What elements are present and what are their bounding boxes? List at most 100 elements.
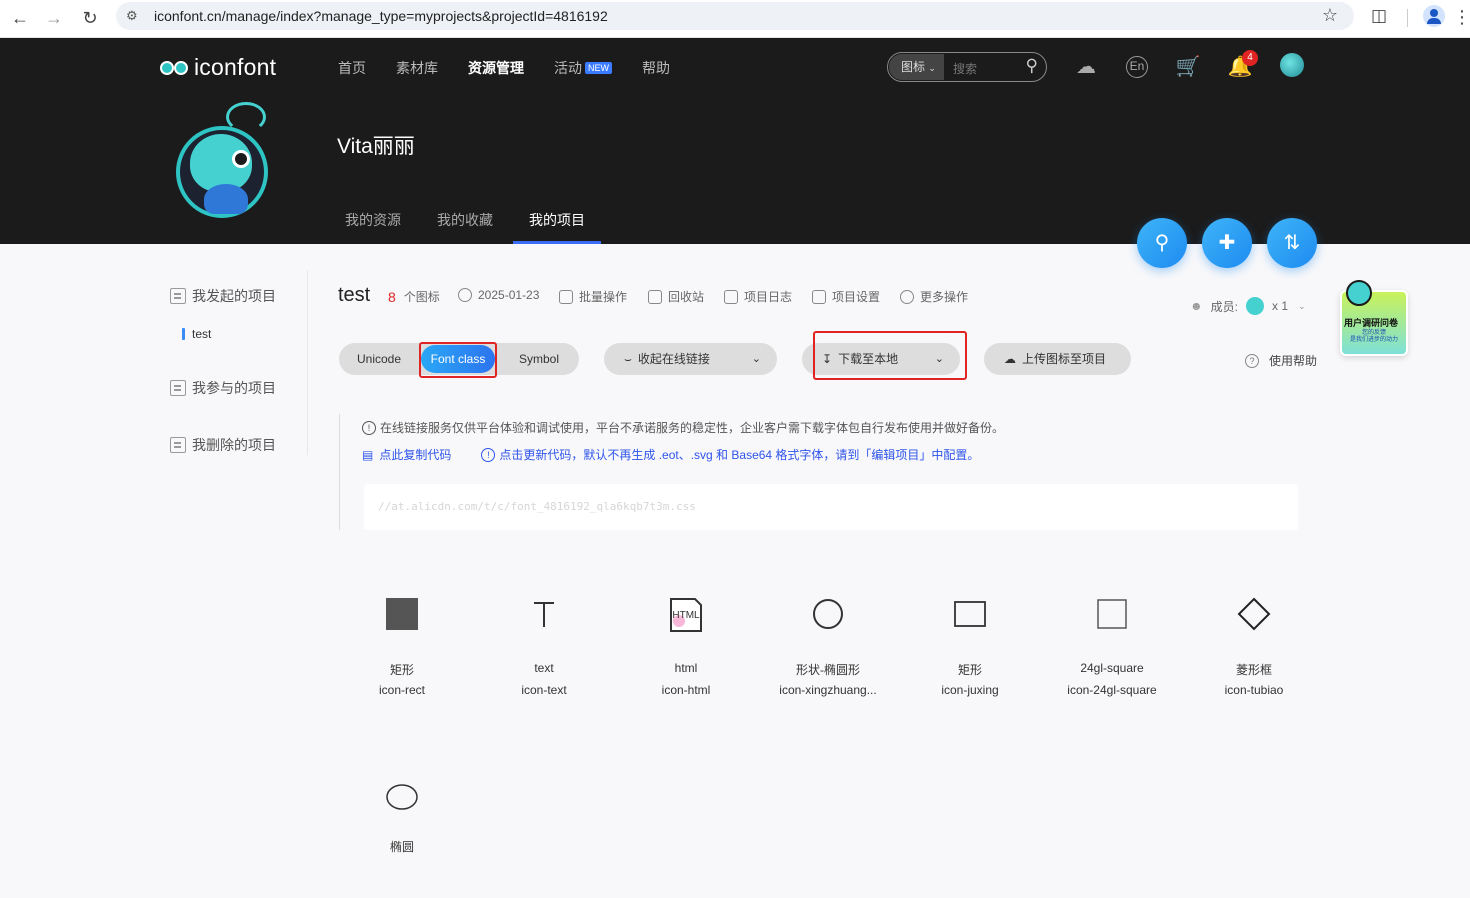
member-avatar [1245, 297, 1264, 315]
search-category-select[interactable]: 图标 ⌄ [889, 54, 944, 80]
cart-icon[interactable]: 🛒 [1175, 56, 1201, 78]
forward-icon[interactable]: → [42, 6, 66, 30]
fab-new-folder-button[interactable]: ✚ [1202, 218, 1252, 268]
sort-arrows-icon: ⇅ [1283, 232, 1301, 254]
collapse-link-button[interactable]: ⌣ 收起在线链接 ⌄ [604, 343, 777, 375]
icon-name: 椭圆 [389, 840, 414, 854]
mode-symbol[interactable]: Symbol [499, 343, 579, 375]
nav-library[interactable]: 素材库 [396, 58, 438, 78]
nav-home[interactable]: 首页 [338, 58, 366, 78]
text-T-icon [534, 602, 554, 627]
icon-card[interactable]: 矩形 icon-rect [331, 585, 473, 715]
notice-text-label: 在线链接服务仅供平台体验和调试使用，平台不承诺服务的稳定性，企业客户需下载字体包… [380, 421, 1005, 435]
profile-avatar-large [168, 100, 278, 220]
profile-tabs: 我的资源 我的收藏 我的项目 [345, 210, 621, 244]
notice-text: ! 在线链接服务仅供平台体验和调试使用，平台不承诺服务的稳定性，企业客户需下载字体… [362, 419, 1004, 436]
recycle-bin-button[interactable]: 回收站 [648, 288, 704, 305]
icon-card[interactable]: 24gl-square icon-24gl-square [1041, 585, 1183, 715]
site-info-icon[interactable]: ⚙ [126, 8, 142, 24]
css-link-code[interactable]: //at.alicdn.com/t/c/font_4816192_qla6kqb… [364, 484, 1298, 530]
log-icon [724, 289, 738, 304]
project-sidebar: 我发起的项目 test 我参与的项目 我删除的项目 [160, 270, 308, 455]
fab-sort-button[interactable]: ⇅ [1267, 218, 1317, 268]
icon-card[interactable]: 形状-椭圆形 icon-xingzhuang... [757, 585, 899, 715]
icon-name: html [674, 661, 698, 675]
icon-count-number: 8 [388, 288, 396, 305]
document-icon [170, 288, 186, 304]
project-title: test [338, 284, 371, 306]
sidebar-sub-label: test [192, 327, 212, 341]
html-label: HTML [672, 610, 700, 621]
sidebar-item-joined[interactable]: 我参与的项目 [170, 378, 276, 398]
icon-name: 24gl-square [1080, 661, 1144, 675]
icon-count-unit: 个图标 [403, 290, 440, 304]
icon-code: icon-rect [378, 683, 425, 697]
search-icon[interactable]: ⚲ [1026, 56, 1038, 76]
user-avatar[interactable] [1280, 53, 1304, 77]
sidebar-item-label: 我删除的项目 [192, 437, 276, 453]
project-settings-label: 项目设置 [832, 290, 881, 304]
search-icon: ⚲ [1154, 232, 1170, 254]
sidebar-item-deleted[interactable]: 我删除的项目 [170, 435, 276, 455]
icon-code: icon-html [661, 683, 711, 697]
language-switch[interactable]: En [1126, 56, 1148, 78]
header-search: 图标 ⌄ 搜索 ⚲ [887, 52, 1047, 82]
tab-my-favorites[interactable]: 我的收藏 [437, 210, 493, 244]
update-code-link[interactable]: 点击更新代码，默认不再生成 .eot、.svg 和 Base64 格式字体，请到… [499, 446, 979, 463]
project-log-button[interactable]: 项目日志 [724, 288, 792, 305]
nav-resource-management[interactable]: 资源管理 [468, 58, 524, 78]
usage-help-link[interactable]: ? 使用帮助 [1245, 352, 1317, 369]
address-bar[interactable]: ⚙ iconfont.cn/manage/index?manage_type=m… [116, 2, 1354, 30]
browser-toolbar: ← → ↻ ⚙ iconfont.cn/manage/index?manage_… [0, 0, 1470, 38]
nav-activities-label: 活动 [554, 60, 582, 76]
bookmark-star-icon[interactable]: ☆ [1322, 5, 1338, 26]
highlight-box [813, 331, 967, 380]
project-log-label: 项目日志 [744, 290, 793, 304]
diamond-outline-icon [1237, 597, 1271, 631]
search-input[interactable]: 搜索 [953, 60, 977, 77]
browser-menu-icon[interactable]: ⋮ [1453, 7, 1470, 28]
top-nav: 首页 素材库 资源管理 活动 NEW 帮助 [338, 58, 700, 78]
cloud-upload-icon: ☁ [1004, 352, 1016, 366]
icon-name: 矩形 [389, 663, 414, 677]
survey-subtitle-1: 您的反馈 [1361, 330, 1386, 336]
reload-icon[interactable]: ↻ [78, 6, 102, 30]
extensions-icon[interactable]: ◫ [1371, 6, 1387, 26]
batch-operation-label: 批量操作 [579, 290, 628, 304]
survey-subtitle-2: 是我们进步的动力 [1349, 337, 1398, 343]
icon-card[interactable]: text icon-text [473, 585, 615, 715]
icon-card[interactable]: 菱形框 icon-tubiao [1183, 585, 1325, 715]
batch-operation-button[interactable]: 批量操作 [559, 288, 627, 305]
fab-search-button[interactable]: ⚲ [1137, 218, 1187, 268]
profile-avatar-icon[interactable] [1423, 5, 1445, 27]
nav-help[interactable]: 帮助 [642, 58, 670, 78]
icon-card[interactable]: HTML html icon-html [615, 585, 757, 715]
icon-name: 矩形 [957, 663, 982, 677]
survey-widget[interactable]: 用户调研问卷 您的反馈 是我们进步的动力 [1340, 280, 1408, 358]
upload-icons-button[interactable]: ☁ 上传图标至项目 [984, 343, 1131, 375]
chevron-down-icon: ⌄ [751, 353, 761, 365]
survey-subtitle: 您的反馈 是我们进步的动力 [1346, 330, 1402, 344]
iconfont-logo[interactable]: iconfont [160, 52, 276, 82]
online-link-panel: ! 在线链接服务仅供平台体验和调试使用，平台不承诺服务的稳定性，企业客户需下载字体… [339, 414, 1299, 530]
nav-activities[interactable]: 活动 NEW [554, 58, 612, 78]
sidebar-item-created[interactable]: 我发起的项目 [170, 286, 276, 306]
question-icon: ? [1245, 353, 1259, 368]
survey-title: 用户调研问卷 [1344, 318, 1399, 328]
copy-code-link[interactable]: 点此复制代码 [379, 446, 451, 463]
chevron-down-icon: ⌄ [928, 63, 936, 73]
more-actions-button[interactable]: 更多操作 [900, 288, 968, 305]
project-settings-button[interactable]: 项目设置 [812, 288, 880, 305]
mode-unicode[interactable]: Unicode [339, 343, 419, 375]
icon-code: icon-24gl-square [1067, 683, 1157, 697]
back-icon[interactable]: ← [8, 6, 32, 30]
icon-card[interactable]: 椭圆 [331, 768, 473, 898]
icon-code: icon-juxing [941, 683, 999, 697]
sidebar-project-test[interactable]: test [182, 327, 211, 341]
chevron-down-icon: ⌄ [1298, 300, 1306, 311]
icon-card[interactable]: 矩形 icon-juxing [899, 585, 1041, 715]
tab-my-resources[interactable]: 我的资源 [345, 210, 401, 244]
upload-cloud-icon[interactable]: ☁ [1073, 56, 1099, 78]
tab-my-projects[interactable]: 我的项目 [513, 210, 601, 244]
members-info[interactable]: ☻ 成员: x 1 ⌄ [1190, 297, 1306, 315]
